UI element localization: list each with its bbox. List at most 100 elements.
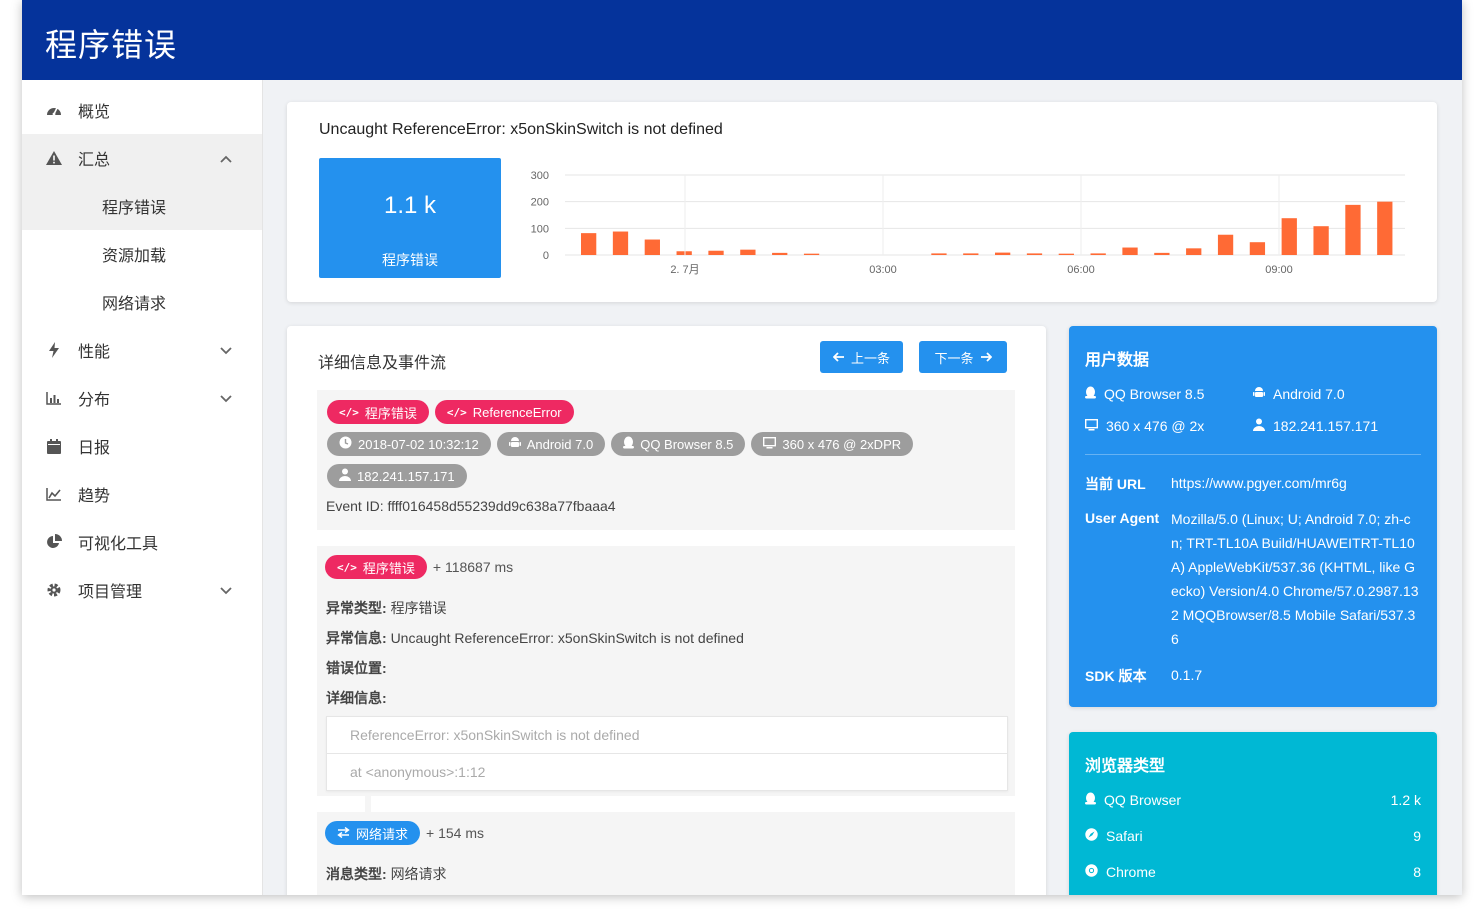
- chevron-up-icon: [220, 150, 232, 168]
- header: 程序错误: [22, 0, 1462, 80]
- browser-type-card: 浏览器类型 QQ Browser 1.2 k Safari 9 Chrome 8: [1069, 732, 1437, 895]
- sidebar-item-distribution[interactable]: 分布: [22, 374, 262, 422]
- warning-icon: [45, 149, 63, 167]
- user-screen-text: 360 x 476 @ 2x: [1106, 418, 1205, 434]
- meta-os-text: Android 7.0: [526, 436, 594, 452]
- tag-label: ReferenceError: [472, 404, 562, 420]
- sidebar-item-project-management[interactable]: 项目管理: [22, 566, 262, 614]
- sidebar-item-resource-load[interactable]: 资源加载: [22, 230, 262, 278]
- app-window: 程序错误 概览 汇总 程序错误 资源加载 网络请求 性能 分布 日报 趋势 可视…: [22, 0, 1462, 895]
- bar: [644, 239, 660, 255]
- y-tick-label: 200: [531, 197, 549, 209]
- sidebar-item-label: 程序错误: [102, 200, 167, 217]
- bar: [1090, 253, 1106, 255]
- calendar-icon: [45, 437, 63, 455]
- monitor-icon: [1084, 418, 1099, 434]
- user-os-text: Android 7.0: [1273, 386, 1345, 402]
- y-tick-label: 100: [531, 223, 549, 235]
- meta-ip: 182.241.157.171: [327, 464, 467, 488]
- sidebar-item-overview[interactable]: 概览: [22, 86, 262, 134]
- meta-time: 2018-07-02 10:32:12: [327, 432, 491, 456]
- qq-icon: [1085, 386, 1096, 402]
- divider: [1085, 454, 1421, 455]
- sdk-label: SDK 版本: [1085, 668, 1147, 684]
- bar: [1377, 201, 1393, 255]
- bar: [612, 231, 629, 255]
- compass-icon: [1085, 828, 1098, 844]
- url-value: https://www.pgyer.com/mr6g: [1171, 475, 1347, 491]
- code-icon: </>: [337, 560, 357, 574]
- browser-type-title: 浏览器类型: [1085, 758, 1166, 775]
- browser-row: Safari 9: [1085, 826, 1421, 846]
- sidebar-item-summary[interactable]: 汇总: [22, 134, 262, 182]
- sidebar-item-label: 性能: [78, 344, 111, 361]
- detail-card: 详细信息及事件流 上一条 下一条 </> 程序错误 </> ReferenceE…: [287, 326, 1046, 895]
- user-browser-text: QQ Browser 8.5: [1104, 386, 1205, 402]
- message-type-value: 网络请求: [390, 866, 447, 882]
- chrome-icon: [1085, 864, 1098, 880]
- error-position: 错误位置:: [326, 658, 387, 678]
- bar: [931, 253, 947, 255]
- sidebar-item-visual-tools[interactable]: 可视化工具: [22, 518, 262, 566]
- clock-icon: [339, 436, 352, 452]
- bar: [1058, 253, 1074, 255]
- detail-title: 详细信息及事件流: [318, 355, 447, 372]
- sidebar-item-program-error[interactable]: 程序错误: [22, 182, 262, 230]
- sdk-value: 0.1.7: [1171, 667, 1203, 683]
- tag-label: 程序错误: [364, 405, 417, 421]
- tag-label: 程序错误: [362, 560, 415, 576]
- bar: [708, 250, 724, 255]
- prev-button[interactable]: 上一条: [820, 341, 903, 373]
- exception-type-value: 程序错误: [390, 600, 447, 616]
- sidebar-item-trend[interactable]: 趋势: [22, 470, 262, 518]
- event-offset: + 118687 ms: [432, 559, 514, 575]
- user-data-title: 用户数据: [1085, 352, 1150, 369]
- bar: [676, 251, 692, 255]
- qq-icon: [623, 436, 635, 452]
- chevron-down-icon: [220, 342, 232, 360]
- sidebar-item-network-request[interactable]: 网络请求: [22, 278, 262, 326]
- sidebar-item-performance[interactable]: 性能: [22, 326, 262, 374]
- meta-time-text: 2018-07-02 10:32:12: [358, 436, 479, 452]
- bar: [1154, 252, 1170, 255]
- prev-button-label: 上一条: [850, 350, 890, 366]
- meta-browser-text: QQ Browser 8.5: [640, 436, 734, 452]
- bar: [581, 233, 597, 255]
- error-trend-chart: 300 200 100 0 2. 7月 03:00 06:00 09:00: [531, 170, 1405, 276]
- detail-info-label: 详细信息:: [326, 690, 387, 706]
- bar: [1281, 218, 1297, 255]
- tag-label: 网络请求: [356, 826, 409, 842]
- browser-count: 8: [1413, 864, 1421, 880]
- arrow-right-icon: [980, 350, 992, 365]
- gear-icon: [45, 581, 63, 599]
- browser-row: Chrome 8: [1085, 862, 1421, 882]
- browser-name: QQ Browser: [1104, 792, 1182, 808]
- event-id: Event ID: ffff016458d55239dd9c638a77fbaa…: [326, 498, 616, 514]
- message-type: 消息类型: 网络请求: [326, 864, 447, 884]
- ua-value: Mozilla/5.0 (Linux; U; Android 7.0; zh-c…: [1171, 511, 1419, 647]
- browser-count: 9: [1413, 828, 1421, 844]
- next-button[interactable]: 下一条: [919, 341, 1007, 373]
- pie-chart-icon: [45, 533, 63, 551]
- browser-name: Chrome: [1106, 864, 1156, 880]
- meta-browser: QQ Browser 8.5: [611, 432, 746, 456]
- arrow-left-icon: [832, 350, 845, 365]
- sidebar-item-label: 趋势: [78, 488, 111, 505]
- monitor-icon: [763, 436, 777, 452]
- android-icon: [1253, 386, 1265, 402]
- event-item-network-request: 网络请求 + 154 ms 消息类型: 网络请求: [317, 812, 1015, 895]
- exception-type: 异常类型: 程序错误: [326, 598, 447, 618]
- sidebar-item-daily-report[interactable]: 日报: [22, 422, 262, 470]
- x-tick-label: 09:00: [1265, 264, 1293, 276]
- browser-name: Safari: [1106, 828, 1143, 844]
- tag-program-error: </> 程序错误: [327, 400, 429, 424]
- message-type-label: 消息类型:: [326, 866, 387, 882]
- user-icon: [339, 468, 351, 484]
- x-tick-label: 03:00: [869, 264, 897, 276]
- browser-row: QQ Browser 1.2 k: [1085, 790, 1421, 810]
- android-icon: [508, 436, 521, 452]
- event-meta-box: </> 程序错误 </> ReferenceError 2018-07-02 1…: [317, 390, 1015, 530]
- sidebar: 概览 汇总 程序错误 资源加载 网络请求 性能 分布 日报 趋势 可视化工具 项…: [22, 80, 263, 895]
- timeline-connector: [365, 796, 371, 812]
- user-screen: 360 x 476 @ 2x: [1084, 418, 1205, 434]
